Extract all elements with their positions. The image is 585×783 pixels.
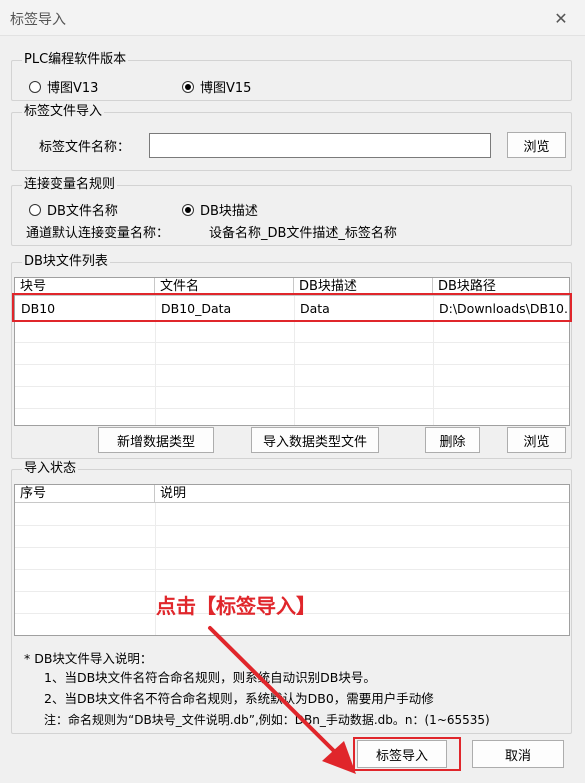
radio-dot-db-file-name [29, 203, 41, 216]
db-list-legend: DB块文件列表 [22, 254, 110, 270]
radio-v13[interactable]: 博图V13 [29, 77, 98, 96]
import-status-legend: 导入状态 [22, 461, 79, 477]
add-data-type-button[interactable]: 新增数据类型 [98, 427, 214, 453]
radio-v15-label: 博图V15 [200, 81, 252, 96]
tag-file-legend: 标签文件导入 [22, 104, 105, 120]
radio-db-desc-label: DB块描述 [200, 204, 258, 219]
window-title: 标签导入 [10, 12, 66, 28]
delete-button[interactable]: 删除 [425, 427, 480, 453]
radio-db-desc[interactable]: DB块描述 [182, 200, 258, 219]
grid-line [15, 547, 569, 548]
grid-line [15, 569, 569, 570]
db-list-browse-button[interactable]: 浏览 [507, 427, 566, 453]
default-var-label: 通道默认连接变量名称： [26, 226, 170, 241]
import-notes-title: * DB块文件导入说明： [24, 651, 153, 666]
connect-rule-legend: 连接变量名规则 [22, 177, 118, 193]
radio-dot-v15 [182, 80, 194, 93]
grid-line [15, 342, 569, 343]
title-bar: 标签导入 ✕ [0, 0, 585, 36]
tag-file-name-label: 标签文件名称： [39, 140, 131, 155]
radio-v13-label: 博图V13 [47, 81, 99, 96]
default-var-value: 设备名称_DB文件描述_标签名称 [209, 226, 397, 241]
import-notes-line2: 2、当DB块文件名不符合命名规则，系统默认为DB0，需要用户手动修 [44, 691, 434, 706]
import-notes-line1: 1、当DB块文件名符合命名规则，则系统自动识别DB块号。 [44, 670, 376, 685]
row-highlight-box [12, 293, 572, 322]
radio-v15[interactable]: 博图V15 [182, 77, 251, 96]
radio-db-file-name-label: DB文件名称 [47, 204, 118, 219]
cancel-button[interactable]: 取消 [472, 740, 564, 768]
grid-line [15, 408, 569, 409]
tag-file-name-input[interactable] [149, 133, 491, 158]
close-icon[interactable]: ✕ [547, 6, 575, 30]
plc-version-legend: PLC编程软件版本 [22, 52, 129, 68]
click-instruction-annotation: 点击【标签导入】 [156, 594, 316, 618]
tag-file-group: 标签文件导入 标签文件名称： 浏览 [11, 104, 572, 171]
col-header-remark[interactable]: 说明 [155, 485, 569, 503]
connect-rule-group: 连接变量名规则 DB文件名称 DB块描述 通道默认连接变量名称： 设备名称_DB… [11, 177, 572, 246]
tag-file-browse-button[interactable]: 浏览 [507, 132, 566, 158]
grid-line [15, 364, 569, 365]
import-button-highlight [353, 737, 461, 771]
radio-dot-v13 [29, 80, 41, 93]
col-header-index[interactable]: 序号 [15, 485, 155, 503]
import-notes-line3: 注：命名规则为“DB块号_文件说明.db”,例如：DBn_手动数据.db。n：(… [44, 713, 490, 727]
arrow-head [322, 741, 356, 774]
plc-version-group: PLC编程软件版本 博图V13 博图V15 [11, 52, 572, 101]
import-data-type-file-button[interactable]: 导入数据类型文件 [251, 427, 379, 453]
radio-dot-db-desc [182, 203, 194, 216]
db-list-group: DB块文件列表 块号 文件名 DB块描述 DB块路径 DB10 DB10_Dat… [11, 254, 572, 459]
import-status-header: 序号 说明 [15, 485, 569, 503]
radio-db-file-name[interactable]: DB文件名称 [29, 200, 118, 219]
grid-line [15, 525, 569, 526]
grid-line [15, 386, 569, 387]
